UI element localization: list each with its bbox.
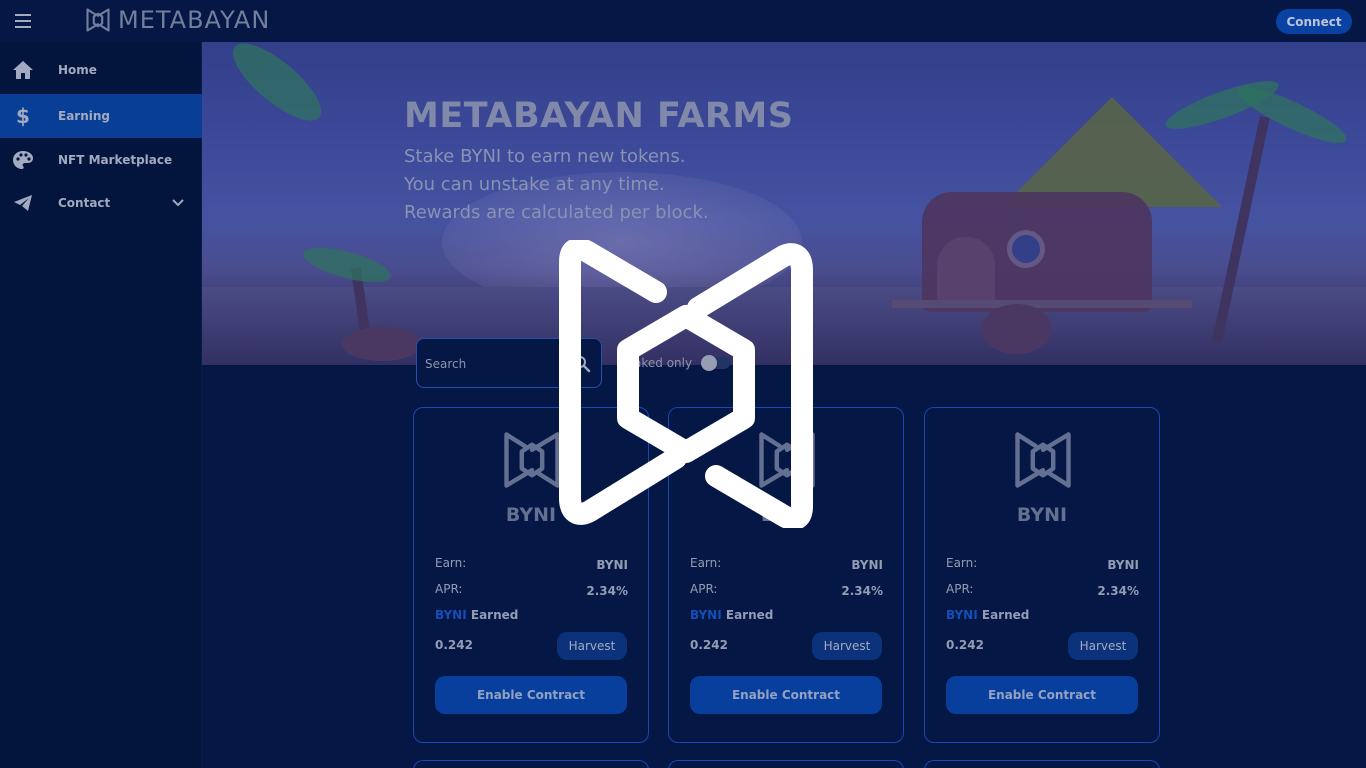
sidebar: Home $ Earning NFT Marketplace Contact — [0, 42, 202, 768]
toggle-knob — [701, 355, 717, 371]
byni-token-icon — [1015, 432, 1071, 488]
earn-label: Earn: — [946, 556, 978, 570]
enable-contract-button[interactable]: Enable Contract — [435, 676, 627, 714]
farm-card: BYNI Earn: BYNI APR: 2.34% BYNI Earned 0… — [668, 407, 904, 743]
byni-token-icon — [759, 432, 815, 488]
chevron-down-icon[interactable] — [172, 196, 184, 210]
earned-label: BYNI Earned — [690, 608, 773, 622]
hut-window — [1007, 230, 1045, 268]
sidebar-item-nft-marketplace[interactable]: NFT Marketplace — [0, 138, 202, 182]
earn-value: BYNI — [596, 558, 628, 572]
farm-card: BYNI Earn: BYNI APR: 2.34% BYNI Earned 0… — [413, 407, 649, 743]
sidebar-item-home[interactable]: Home — [0, 48, 202, 92]
hut-deck — [892, 300, 1192, 308]
apr-value: 2.34% — [841, 584, 883, 598]
sidebar-item-label: Home — [58, 63, 97, 77]
metabayan-logo-icon — [86, 8, 110, 32]
earned-label: BYNI Earned — [435, 608, 518, 622]
sidebar-item-label: Contact — [58, 196, 111, 210]
brand-name: METABAYAN — [118, 6, 271, 34]
paper-plane-icon — [12, 192, 34, 214]
card-token-name: BYNI — [1016, 504, 1068, 526]
earn-value: BYNI — [851, 558, 883, 572]
harvest-button[interactable]: Harvest — [557, 632, 627, 660]
sidebar-item-label: Earning — [58, 109, 111, 123]
palm-leaf — [222, 42, 332, 133]
earned-word: Earned — [470, 608, 519, 622]
palm-leaf — [1232, 77, 1352, 153]
earned-word: Earned — [725, 608, 774, 622]
earned-amount: 0.242 — [690, 638, 728, 652]
earn-label: Earn: — [435, 556, 467, 570]
apr-label: APR: — [690, 582, 718, 596]
hero-banner: METABAYAN FARMS Stake BYNI to earn new t… — [202, 42, 1366, 365]
palm-leaf — [300, 240, 394, 290]
hamburger-menu-icon[interactable] — [12, 11, 34, 31]
sidebar-item-label: NFT Marketplace — [58, 153, 173, 167]
harvest-button[interactable]: Harvest — [1068, 632, 1138, 660]
search-icon[interactable] — [573, 355, 591, 373]
hero-subtitle-line: You can unstake at any time. — [404, 174, 665, 195]
page-title: METABAYAN FARMS — [404, 96, 794, 136]
rock — [342, 327, 422, 361]
earned-word: Earned — [981, 608, 1030, 622]
hut-door — [937, 237, 995, 307]
byni-token-icon — [504, 432, 560, 488]
farm-card-partial — [668, 760, 904, 768]
farm-card: BYNI Earn: BYNI APR: 2.34% BYNI Earned 0… — [924, 407, 1160, 743]
hero-subtitle-line: Rewards are calculated per block. — [404, 202, 709, 223]
earned-amount: 0.242 — [435, 638, 473, 652]
palette-icon — [12, 149, 34, 171]
harvest-button[interactable]: Harvest — [812, 632, 882, 660]
staked-only-toggle[interactable] — [701, 355, 730, 371]
brand[interactable]: METABAYAN — [84, 6, 270, 34]
apr-label: APR: — [946, 582, 974, 596]
dollar-icon: $ — [16, 104, 30, 128]
earned-token: BYNI — [435, 608, 467, 622]
earn-value: BYNI — [1107, 558, 1139, 572]
top-bar: METABAYAN Connect — [0, 0, 1366, 42]
earned-token: BYNI — [946, 608, 978, 622]
rock — [982, 304, 1052, 354]
staked-only-label: aked only — [634, 356, 693, 370]
farm-card-partial — [924, 760, 1160, 768]
sidebar-item-earning[interactable]: $ Earning — [0, 94, 202, 138]
card-token-name: BYNI — [505, 504, 557, 526]
apr-value: 2.34% — [1097, 584, 1139, 598]
enable-contract-button[interactable]: Enable Contract — [690, 676, 882, 714]
home-icon — [12, 59, 34, 81]
connect-wallet-button[interactable]: Connect — [1276, 9, 1352, 34]
earn-label: Earn: — [690, 556, 722, 570]
farm-card-partial — [413, 760, 649, 768]
search-input[interactable] — [425, 353, 565, 375]
enable-contract-button[interactable]: Enable Contract — [946, 676, 1138, 714]
earned-label: BYNI Earned — [946, 608, 1029, 622]
earned-amount: 0.242 — [946, 638, 984, 652]
search-field[interactable] — [416, 338, 602, 388]
card-token-name: BYNI — [760, 504, 812, 526]
earned-token: BYNI — [690, 608, 722, 622]
apr-label: APR: — [435, 582, 463, 596]
sidebar-item-contact[interactable]: Contact — [0, 181, 202, 225]
hero-subtitle-line: Stake BYNI to earn new tokens. — [404, 146, 686, 167]
apr-value: 2.34% — [586, 584, 628, 598]
